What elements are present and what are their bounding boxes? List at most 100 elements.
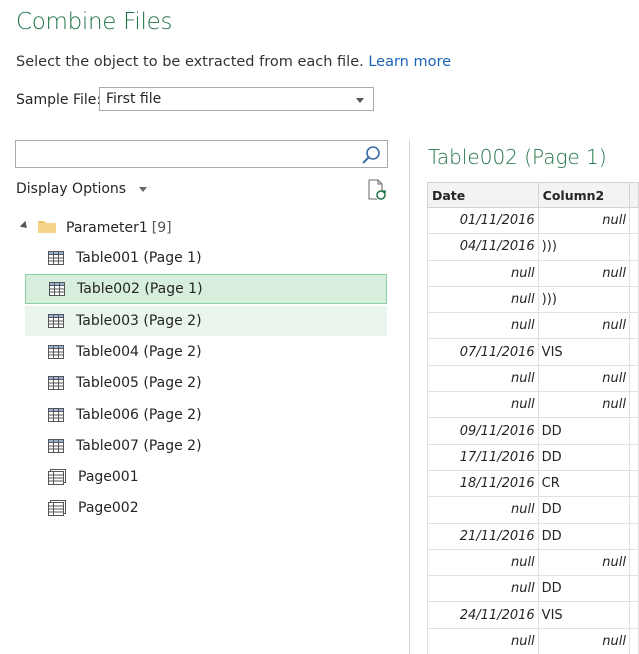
table-row: null null — [427, 627, 639, 654]
table-row: 18/11/2016 CR — [427, 469, 639, 498]
table-icon — [48, 376, 64, 391]
table-cell[interactable] — [628, 338, 639, 366]
sample-file-value: First file — [106, 91, 162, 107]
table-cell[interactable]: 17/11/2016 — [427, 443, 539, 471]
table-cell[interactable]: DD — [537, 496, 630, 524]
preview-table: Date Column2 01/11/2016 null 04/11/2016))) n… — [427, 182, 639, 654]
table-cell[interactable]: ))) — [537, 233, 630, 261]
table-cell[interactable]: null — [537, 259, 630, 287]
table-cell[interactable]: null — [427, 496, 539, 524]
table-row: 24/11/2016 VIS — [427, 601, 639, 629]
table-cell[interactable]: DD — [537, 443, 630, 471]
tree-item-label: Table005 (Page 2) — [76, 375, 202, 392]
column-header[interactable] — [628, 182, 639, 208]
tree-item[interactable]: Page001 — [25, 462, 387, 492]
table-cell[interactable] — [628, 285, 639, 314]
table-cell[interactable]: null — [537, 391, 630, 419]
table-row: 07/11/2016 VIS — [427, 338, 639, 366]
chevron-down-icon — [356, 98, 364, 103]
table-cell[interactable]: null — [427, 391, 539, 419]
table-row: 01/11/2016 null — [427, 206, 639, 235]
sample-file-dropdown[interactable]: First file — [99, 87, 374, 111]
display-options-button[interactable]: Display Options — [16, 181, 147, 197]
table-cell[interactable]: VIS — [537, 338, 630, 366]
table-cell[interactable]: 09/11/2016 — [427, 417, 539, 445]
tree-item[interactable]: Table001 (Page 1) — [25, 243, 387, 273]
table-cell[interactable]: 04/11/2016 — [427, 233, 539, 261]
table-cell[interactable]: DD — [537, 522, 630, 550]
tree-folder-parameter1[interactable]: Parameter1 [9] — [19, 217, 172, 239]
table-cell[interactable] — [628, 206, 639, 235]
tree-item[interactable]: Table004 (Page 2) — [25, 337, 387, 367]
learn-more-link[interactable]: Learn more — [368, 54, 451, 70]
table-cell[interactable]: null — [537, 627, 630, 654]
table-cell[interactable]: null — [427, 285, 539, 314]
table-cell[interactable] — [628, 391, 639, 419]
table-icon — [48, 438, 64, 453]
column-header[interactable]: Date — [427, 182, 539, 208]
search-icon[interactable] — [361, 145, 381, 169]
column-header[interactable]: Column2 — [537, 182, 630, 208]
table-cell[interactable]: null — [427, 364, 539, 393]
table-cell[interactable]: VIS — [537, 601, 630, 629]
table-cell[interactable]: 24/11/2016 — [427, 601, 539, 629]
table-cell[interactable] — [628, 364, 639, 393]
table-row: null DD — [427, 496, 639, 524]
table-cell[interactable]: CR — [537, 469, 630, 498]
table-row: 04/11/2016))) — [427, 233, 639, 261]
subtitle-text: Select the object to be extracted from e… — [16, 54, 364, 70]
table-cell[interactable]: null — [427, 575, 539, 603]
tree-item-label: Table007 (Page 2) — [76, 437, 202, 454]
table-cell[interactable]: 18/11/2016 — [427, 469, 539, 498]
table-cell[interactable] — [628, 575, 639, 603]
table-cell[interactable]: 07/11/2016 — [427, 338, 539, 366]
tree-item-label: Table004 (Page 2) — [76, 343, 202, 360]
table-row: null DD — [427, 575, 639, 603]
table-row: null))) — [427, 285, 639, 314]
tree-item[interactable]: Table003 (Page 2) — [25, 305, 387, 336]
table-cell[interactable]: null — [427, 627, 539, 654]
table-cell[interactable]: null — [537, 364, 630, 393]
tree-item[interactable]: Table007 (Page 2) — [25, 431, 387, 461]
table-cell[interactable]: 21/11/2016 — [427, 522, 539, 550]
table-cell[interactable] — [628, 443, 639, 471]
page-subtitle: Select the object to be extracted from e… — [16, 54, 451, 70]
table-cell[interactable] — [628, 601, 639, 629]
page-icon — [48, 469, 66, 486]
table-cell[interactable] — [628, 522, 639, 550]
tree-item[interactable]: Table002 (Page 1) — [25, 274, 387, 305]
table-cell[interactable] — [628, 496, 639, 524]
table-cell[interactable] — [628, 548, 639, 577]
table-cell[interactable]: null — [537, 548, 630, 577]
folder-count: [9] — [151, 220, 172, 236]
table-cell[interactable] — [628, 469, 639, 498]
table-cell[interactable]: null — [537, 206, 630, 235]
folder-label: Parameter1 — [66, 220, 148, 236]
table-cell[interactable]: null — [537, 312, 630, 340]
tree-item[interactable]: Table005 (Page 2) — [25, 368, 387, 398]
table-cell[interactable]: null — [427, 259, 539, 287]
table-cell[interactable]: DD — [537, 417, 630, 445]
panel-divider[interactable] — [409, 140, 410, 654]
table-cell[interactable]: DD — [537, 575, 630, 603]
table-cell[interactable] — [628, 259, 639, 287]
table-row: null null — [427, 259, 639, 287]
table-row: 17/11/2016 DD — [427, 443, 639, 471]
search-input[interactable] — [15, 140, 388, 168]
expand-arrow-icon[interactable] — [19, 220, 30, 231]
tree-item-label: Page001 — [78, 469, 139, 486]
table-cell[interactable]: 01/11/2016 — [427, 206, 539, 235]
table-cell[interactable] — [628, 233, 639, 261]
table-cell[interactable] — [628, 312, 639, 340]
table-cell[interactable] — [628, 417, 639, 445]
tree-item[interactable]: Table006 (Page 2) — [25, 400, 387, 430]
table-cell[interactable]: null — [427, 548, 539, 577]
page-title: Combine Files — [16, 9, 173, 35]
tree-item[interactable]: Page002 — [25, 493, 387, 523]
table-cell[interactable]: ))) — [537, 285, 630, 314]
refresh-icon[interactable] — [367, 179, 387, 205]
tree-item-label: Table002 (Page 1) — [77, 281, 203, 298]
table-row: null null — [427, 391, 639, 419]
table-cell[interactable]: null — [427, 312, 539, 340]
table-cell[interactable] — [628, 627, 639, 654]
